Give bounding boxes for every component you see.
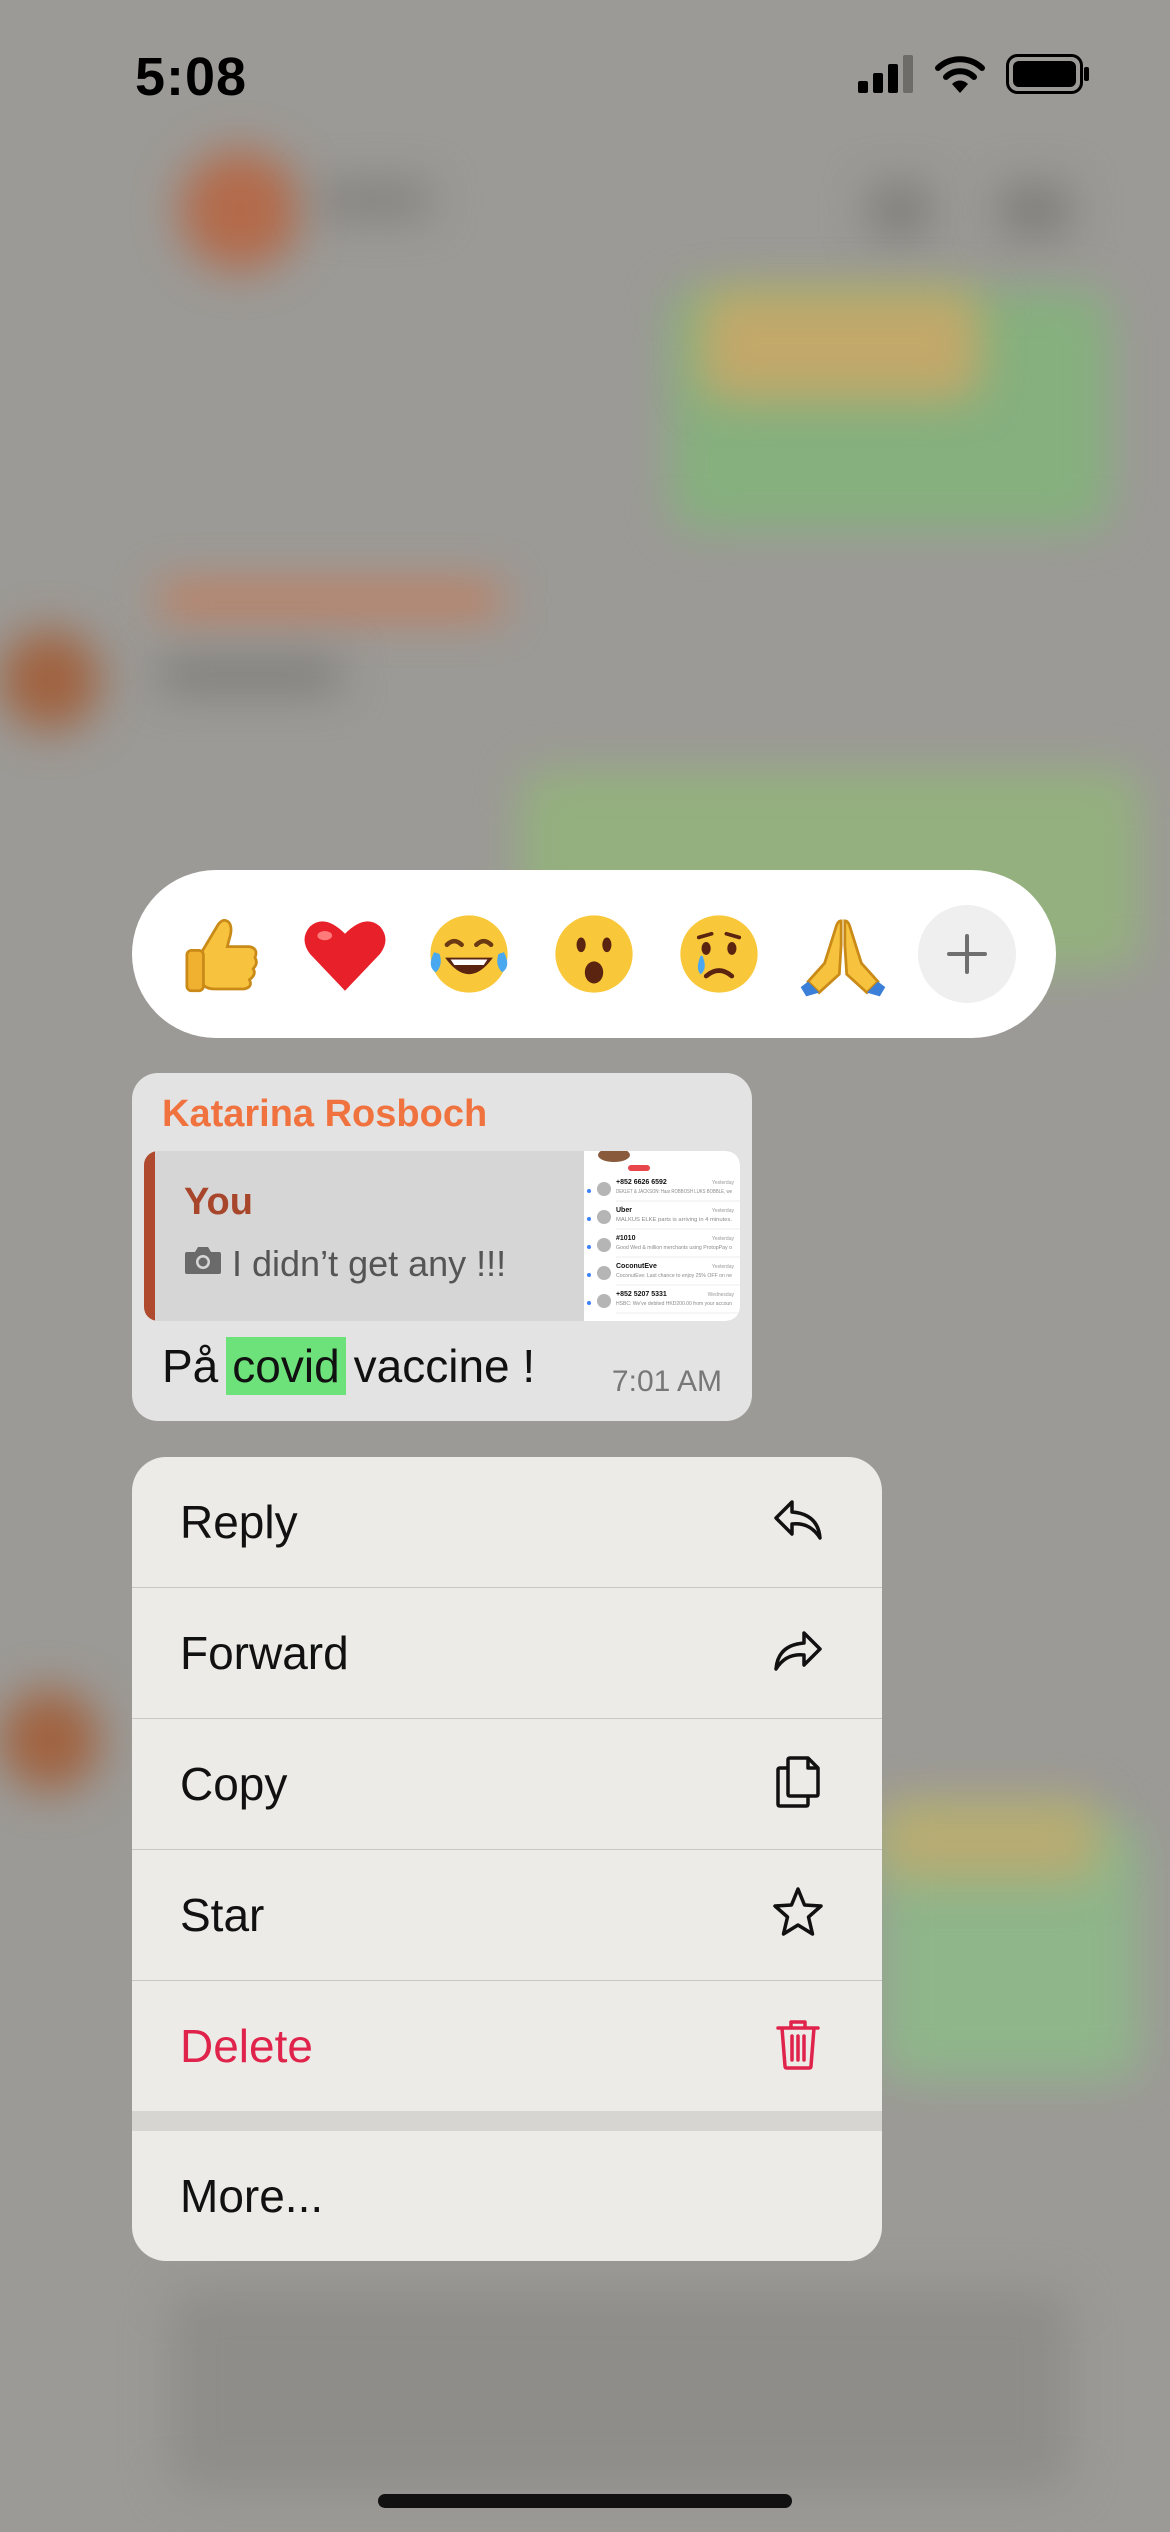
menu-item-more[interactable]: More... (132, 2131, 882, 2261)
home-indicator[interactable] (378, 2494, 792, 2508)
reaction-bar (132, 870, 1056, 1038)
menu-label-more: More... (180, 2170, 324, 2222)
thumbnail-unread-dot (587, 1245, 591, 1249)
plus-icon (946, 934, 987, 974)
surprised-face-icon (555, 915, 633, 993)
praying-hands-icon (800, 919, 886, 997)
thumbnail-row-title: CoconutEve (616, 1263, 657, 1270)
menu-label-copy: Copy (180, 1758, 288, 1810)
thumbnail-unread-dot (587, 1301, 591, 1305)
thumbnail-row-title: #1010 (616, 1235, 636, 1242)
praying-hands-reaction[interactable] (793, 904, 893, 1004)
thumbnail-row-time: Yesterday (712, 1208, 735, 1214)
quoted-message[interactable]: You I didn’t get any !!! +852 6626 6592 Y… (144, 1151, 740, 1321)
thumbnail-row-time: Yesterday (712, 1236, 735, 1242)
copy-icon (770, 1754, 826, 1815)
laughing-reaction[interactable] (419, 904, 519, 1004)
trash-icon (770, 2016, 826, 2077)
menu-item-delete[interactable]: Delete (132, 1981, 882, 2111)
thumbnail-row-title: Uber (616, 1207, 632, 1214)
thumbs-up-icon (185, 919, 258, 993)
quote-text: I didn’t get any !!! (232, 1243, 507, 1284)
thumbnail-row-snippet: MALKUS ELKE parts is arriving in 4 minut… (616, 1217, 732, 1223)
thumbnail-row-time: Yesterday (712, 1180, 735, 1186)
quote-author: You (184, 1181, 253, 1223)
thumbnail-avatar (597, 1294, 611, 1308)
thumbnail-avatar (597, 1266, 611, 1280)
forward-icon (770, 1623, 826, 1684)
menu-label-reply: Reply (180, 1496, 298, 1548)
menu-item-star[interactable]: Star (132, 1850, 882, 1980)
menu-label-forward: Forward (180, 1627, 349, 1679)
menu-label-delete: Delete (180, 2020, 313, 2072)
message-text-before: På (162, 1340, 219, 1392)
message-text: På covid vaccine ! (162, 1337, 535, 1395)
star-icon (770, 1885, 826, 1946)
thumbnail-avatar (597, 1210, 611, 1224)
thumbnail-row-snippet: CoconutEve: Last chance to enjoy 25% OFF… (616, 1273, 732, 1279)
status-icons (858, 54, 1090, 99)
menu-item-forward[interactable]: Forward (132, 1588, 882, 1718)
thumbs-up-reaction[interactable] (170, 904, 270, 1004)
crying-reaction[interactable] (669, 904, 769, 1004)
thumbnail-row-time: Yesterday (712, 1264, 735, 1270)
thumbnail-row-title: +852 5207 5331 (616, 1291, 667, 1298)
sender-name: Katarina Rosboch (162, 1093, 488, 1135)
cellular-signal-icon (858, 55, 914, 98)
menu-section-gap (132, 2111, 882, 2131)
menu-item-copy[interactable]: Copy (132, 1719, 882, 1849)
thumbnail-unread-dot (587, 1189, 591, 1193)
thumbnail-avatar (597, 1238, 611, 1252)
thumbnail-avatar (597, 1182, 611, 1196)
crying-face-icon (679, 915, 758, 993)
search-highlight: covid (226, 1337, 346, 1395)
heart-reaction[interactable] (295, 904, 395, 1004)
more-reactions-button[interactable] (917, 905, 1016, 1003)
battery-icon (1006, 54, 1090, 99)
thumbnail-row-snippet: DEKLET & JACKSON: Haar ROBBOSH LUKS BOBB… (616, 1189, 732, 1195)
menu-item-reply[interactable]: Reply (132, 1457, 882, 1587)
thumbnail-row-snippet: Good Wed & million merchants using Proto… (616, 1245, 732, 1251)
thumbnail-message-list: +852 6626 6592 Yesterday DEKLET & JACKSON:… (587, 1151, 740, 1314)
thumbnail-unread-dot (587, 1217, 591, 1221)
message-text-after: vaccine ! (353, 1340, 536, 1392)
thumbnail-unread-dot (587, 1273, 591, 1277)
thumbnail-row-snippet: HSBC: We've debited HKD200.00 from your … (616, 1301, 732, 1307)
menu-label-star: Star (180, 1889, 265, 1941)
thumbnail-row-time: Wednesday (708, 1292, 735, 1298)
quote-thumbnail: +852 6626 6592 Yesterday DEKLET & JACKSON:… (584, 1151, 740, 1321)
camera-icon (184, 1243, 222, 1285)
quote-accent-bar (144, 1151, 155, 1321)
heart-icon (304, 921, 386, 991)
message-bubble[interactable]: Katarina Rosboch You I didn’t get any !!… (132, 1073, 752, 1421)
wifi-icon (934, 55, 986, 98)
context-menu: Reply Forward Copy Star Delete More... (132, 1457, 882, 2261)
reply-icon (770, 1492, 826, 1553)
message-time: 7:01 AM (611, 1365, 722, 1398)
thumbnail-row-title: +852 6626 6592 (616, 1179, 667, 1186)
status-bar: 5:08 (0, 0, 1170, 150)
quote-text-row: I didn’t get any !!! (184, 1243, 506, 1285)
surprised-reaction[interactable] (544, 904, 644, 1004)
laughing-face-icon (430, 915, 508, 993)
status-time: 5:08 (135, 47, 248, 107)
